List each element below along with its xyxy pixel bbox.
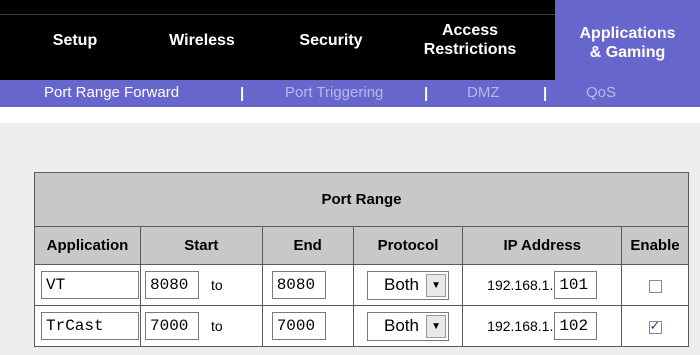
protocol-select[interactable]: Both ▼ [367,311,450,341]
enable-cell [621,305,689,347]
subnav-dmz[interactable]: DMZ [467,80,500,107]
end-cell: 8080 [261,264,354,306]
to-label: to [210,277,223,293]
header-enable: Enable [621,226,689,265]
start-cell: 8080 to [139,264,263,306]
start-port-input[interactable]: 8080 [144,271,199,299]
table-title: Port Range [34,172,689,227]
tab-applications-gaming[interactable]: Applications & Gaming [555,0,700,80]
top-nav: Setup Wireless Security Access Restricti… [0,0,700,80]
header-ip-address: IP Address [462,226,623,265]
subnav-port-triggering[interactable]: Port Triggering [285,80,383,107]
to-label: to [210,318,223,334]
ip-address-cell: 192.168.1. 101 [462,264,623,306]
start-cell: 7000 to [139,305,263,347]
application-cell: VT [34,264,141,306]
ip-last-octet-input[interactable]: 102 [554,312,598,340]
ip-prefix: 192.168.1. [487,277,554,293]
header-application: Application [34,226,141,265]
header-start: Start [139,226,263,265]
tab-access-label-line1: Access [441,22,499,39]
chevron-down-icon[interactable]: ▼ [426,273,447,297]
ip-prefix: 192.168.1. [487,318,554,334]
header-protocol: Protocol [352,226,464,265]
subnav-separator: | [543,85,548,102]
spacer-band [0,107,700,123]
subnav-port-range-forward[interactable]: Port Range Forward [44,80,179,107]
subnav-separator: | [424,85,429,102]
tab-access-restrictions[interactable]: Access Restrictions [400,0,540,80]
tab-apps-label-line1: Applications [579,25,676,42]
ip-address-cell: 192.168.1. 102 [462,305,623,347]
tab-wireless-label: Wireless [169,31,235,49]
table-row: TrCast 7000 to 7000 Both ▼ 192.168.1. 102 [34,305,689,347]
header-end: End [261,226,354,265]
application-cell: TrCast [34,305,141,347]
tab-access-label: Access Restrictions [424,21,516,59]
tab-security-label: Security [299,31,363,49]
enable-checkbox[interactable] [648,318,662,334]
protocol-cell: Both ▼ [352,264,464,306]
end-cell: 7000 [261,305,354,347]
tab-setup-label: Setup [52,31,98,49]
end-port-input[interactable]: 8080 [271,271,326,299]
protocol-value: Both [384,275,419,294]
enable-cell [621,264,689,306]
tab-security[interactable]: Security [283,0,379,80]
protocol-value: Both [384,316,419,335]
subnav-separator: | [240,85,245,102]
tab-apps-label: Applications & Gaming [579,24,675,62]
tab-access-label-line2: Restrictions [423,41,517,58]
application-name-input[interactable]: VT [41,271,139,299]
tab-apps-label-line2: & Gaming [589,44,666,61]
end-port-input[interactable]: 7000 [271,312,326,340]
port-range-table: Port Range Application Start End Protoco… [34,172,689,347]
start-port-input[interactable]: 7000 [144,312,199,340]
ip-last-octet-input[interactable]: 101 [554,271,598,299]
tab-wireless[interactable]: Wireless [152,0,252,80]
tab-setup[interactable]: Setup [40,0,110,80]
enable-checkbox[interactable] [648,279,662,293]
chevron-down-icon[interactable]: ▼ [426,314,447,338]
protocol-select[interactable]: Both ▼ [367,270,450,300]
sub-nav: Port Range Forward | Port Triggering | D… [0,80,700,107]
subnav-qos[interactable]: QoS [586,80,616,107]
protocol-cell: Both ▼ [352,305,464,347]
application-name-input[interactable]: TrCast [41,312,139,340]
table-row: VT 8080 to 8080 Both ▼ 192.168.1. 101 [34,264,689,306]
